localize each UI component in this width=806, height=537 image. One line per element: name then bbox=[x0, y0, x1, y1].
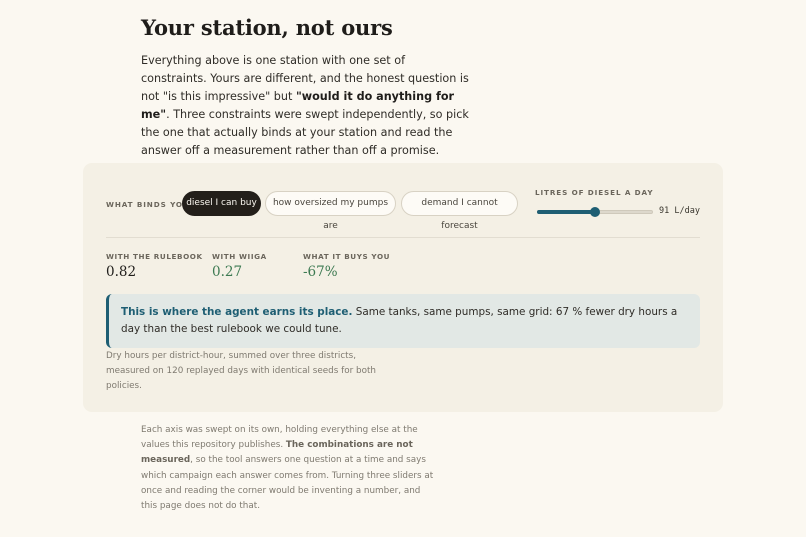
constraint-panel: WHAT BINDS YOU diesel I can buy how over… bbox=[83, 163, 723, 412]
option-demand-button[interactable]: demand I cannot forecast bbox=[401, 191, 518, 231]
measurement-footnote: Dry hours per district-hour, summed over… bbox=[106, 351, 376, 391]
metric-wiiga-label: WITH WIIGA bbox=[212, 252, 267, 261]
slider-label: LITRES OF DIESEL A DAY bbox=[535, 188, 654, 197]
metric-buys-value: -67% bbox=[303, 264, 338, 280]
intro-text-2: . Three constraints were swept independe… bbox=[141, 108, 469, 157]
option-pumps-button[interactable]: how oversized my pumps are bbox=[265, 191, 396, 231]
slider-value: 91 L/day bbox=[659, 206, 700, 216]
section-title: Your station, not ours bbox=[141, 15, 393, 40]
callout-lead: This is where the agent earns its place. bbox=[121, 306, 353, 318]
option-diesel-button[interactable]: diesel I can buy bbox=[182, 191, 261, 216]
result-callout: This is where the agent earns its place.… bbox=[106, 294, 700, 348]
slider-fill bbox=[537, 210, 594, 214]
metric-rulebook-label: WITH THE RULEBOOK bbox=[106, 252, 203, 261]
binds-label: WHAT BINDS YOU bbox=[106, 200, 190, 209]
metric-buys-label: WHAT IT BUYS YOU bbox=[303, 252, 391, 261]
diesel-slider[interactable] bbox=[537, 207, 653, 217]
metric-wiiga-value: 0.27 bbox=[212, 264, 243, 280]
intro-paragraph: Everything above is one station with one… bbox=[141, 52, 471, 160]
metric-rulebook-value: 0.82 bbox=[106, 264, 137, 280]
divider bbox=[106, 237, 700, 238]
slider-thumb[interactable] bbox=[590, 207, 600, 217]
closing-note: Each axis was swept on its own, holding … bbox=[141, 423, 436, 514]
